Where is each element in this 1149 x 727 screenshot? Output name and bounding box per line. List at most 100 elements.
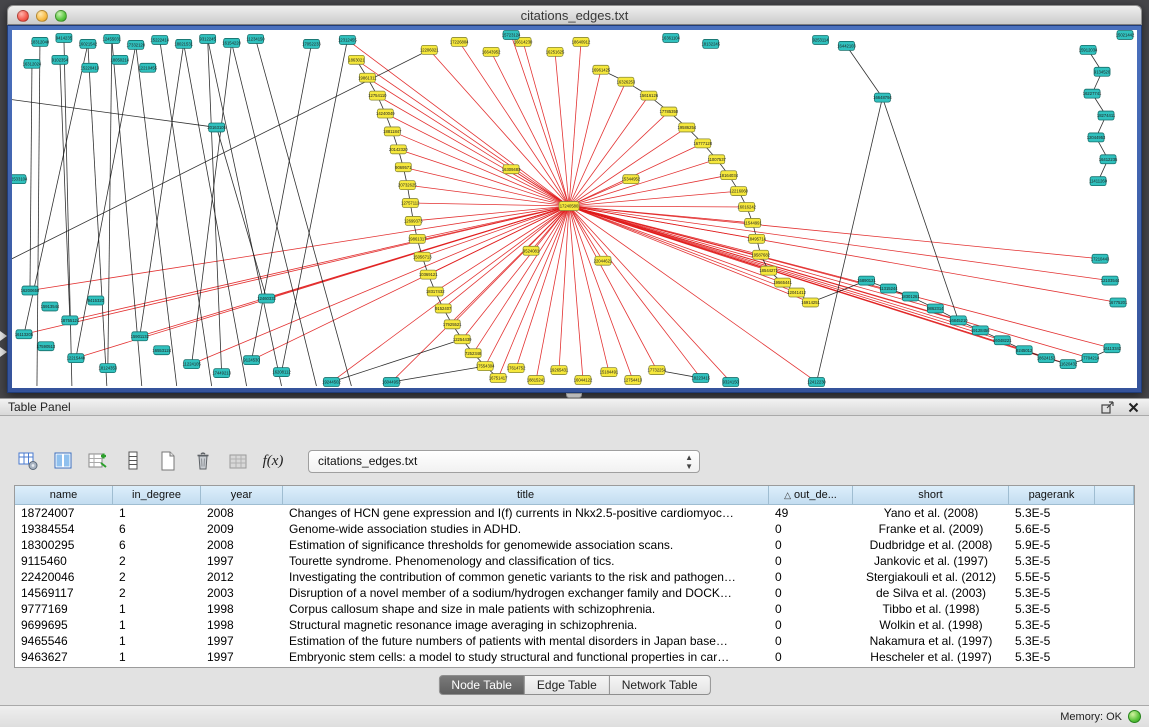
- graph-node[interactable]: 19128456: [971, 326, 990, 335]
- graph-node[interactable]: 17590513: [37, 342, 56, 351]
- graph-node[interactable]: 15723124: [502, 30, 521, 39]
- graph-node[interactable]: 12103544: [1101, 276, 1120, 285]
- graph-node[interactable]: 17554304: [476, 362, 495, 371]
- graph-node[interactable]: 18050214: [111, 55, 130, 64]
- network-graph[interactable]: 1724058018630211986131112754110142400491…: [12, 30, 1137, 388]
- graph-node[interactable]: 15901132: [131, 332, 150, 341]
- graph-node[interactable]: 16309483: [502, 165, 521, 174]
- graph-node[interactable]: 15056713: [413, 252, 432, 261]
- graph-node[interactable]: 12455031: [103, 34, 122, 43]
- graph-node[interactable]: 15222414: [150, 35, 169, 44]
- zoom-window-button[interactable]: [55, 10, 67, 22]
- network-canvas[interactable]: 1724058018630211986131112754110142400491…: [12, 30, 1137, 388]
- table-row[interactable]: 946362711997Embryonic stem cells: a mode…: [15, 649, 1134, 665]
- column-header-out_de...[interactable]: △out_de...: [769, 486, 853, 505]
- graph-node[interactable]: 16326253: [617, 77, 636, 86]
- table-options-icon[interactable]: [14, 448, 42, 475]
- graph-node[interactable]: 16227741: [1083, 89, 1102, 98]
- graph-node[interactable]: 12699373: [404, 216, 423, 225]
- graph-node[interactable]: 16777128: [693, 139, 712, 148]
- graph-node[interactable]: 17785350: [660, 107, 679, 116]
- close-panel-icon[interactable]: [1125, 400, 1141, 414]
- graph-node[interactable]: 12215440: [67, 354, 86, 363]
- node-table[interactable]: namein_degreeyeartitle△out_de...shortpag…: [14, 485, 1135, 668]
- graph-node[interactable]: 11224105: [183, 360, 202, 369]
- graph-node[interactable]: 16751417: [489, 374, 508, 383]
- graph-node[interactable]: 17704214: [1081, 354, 1100, 363]
- graph-node[interactable]: 16113205: [15, 330, 34, 339]
- graph-node[interactable]: 16048221: [993, 336, 1012, 345]
- graph-node[interactable]: 16961425: [592, 65, 611, 74]
- graph-node[interactable]: 20163105: [207, 123, 226, 132]
- graph-node[interactable]: 12044953: [1087, 133, 1106, 142]
- graph-node[interactable]: 18223415: [691, 374, 710, 383]
- graph-node[interactable]: 19244502: [322, 378, 341, 387]
- graph-node[interactable]: 11411260: [1089, 177, 1108, 186]
- table-row[interactable]: 2242004622012Investigating the contribut…: [15, 569, 1134, 585]
- graph-node[interactable]: 18274411: [1097, 111, 1116, 120]
- graph-node[interactable]: 11007537: [708, 155, 727, 164]
- function-builder-icon[interactable]: f(x): [259, 448, 287, 475]
- graph-node[interactable]: 16200650: [21, 286, 40, 295]
- table-row[interactable]: 977716911998Corpus callosum shape and si…: [15, 601, 1134, 617]
- graph-node[interactable]: 15912034: [1079, 45, 1098, 54]
- graph-node[interactable]: 12041412: [787, 288, 806, 297]
- graph-node[interactable]: 9415320: [88, 296, 105, 305]
- graph-node[interactable]: 19861317: [408, 234, 427, 243]
- graph-node[interactable]: 1863021: [348, 55, 365, 64]
- graph-node[interactable]: 9152407: [435, 304, 452, 313]
- graph-node[interactable]: 17052233: [302, 39, 321, 48]
- graph-node[interactable]: 12216060: [729, 187, 748, 196]
- graph-node[interactable]: 12754110: [368, 91, 387, 100]
- graph-node[interactable]: 18164034: [719, 171, 738, 180]
- graph-node[interactable]: 18124353: [99, 364, 118, 373]
- graph-node[interactable]: 12254439: [453, 335, 472, 344]
- table-row[interactable]: 969969511998Structural magnetic resonanc…: [15, 617, 1134, 633]
- graph-node[interactable]: 22044621: [594, 256, 613, 265]
- graph-node[interactable]: 18640912: [572, 37, 591, 46]
- graph-node[interactable]: 12412230: [807, 378, 826, 387]
- graph-node[interactable]: 20142320: [389, 145, 408, 154]
- graph-node[interactable]: 16648794: [873, 93, 892, 102]
- minimize-window-button[interactable]: [36, 10, 48, 22]
- graph-node[interactable]: 16442103: [837, 41, 856, 50]
- graph-node[interactable]: 18132245: [701, 39, 720, 48]
- graph-node[interactable]: 17210443: [1091, 254, 1110, 263]
- table-row[interactable]: 1872400712008Changes of HCN gene express…: [15, 505, 1134, 521]
- table-row[interactable]: 1456911722003Disruption of a novel membe…: [15, 585, 1134, 601]
- graph-node[interactable]: 18317432: [426, 287, 445, 296]
- graph-node[interactable]: 12312455: [338, 35, 357, 44]
- graph-node[interactable]: 9253114: [813, 35, 830, 44]
- select-rows-icon[interactable]: [119, 448, 147, 475]
- graph-node[interactable]: 9324150: [723, 378, 740, 387]
- graph-node[interactable]: 18495714: [747, 234, 766, 243]
- table-row[interactable]: 1830029562008Estimation of significance …: [15, 537, 1134, 553]
- graph-node[interactable]: 16312024: [23, 59, 42, 68]
- graph-node[interactable]: 18021531: [174, 39, 193, 48]
- graph-node[interactable]: 19587682: [751, 250, 770, 259]
- graph-node[interactable]: 18544271: [759, 266, 778, 275]
- graph-node[interactable]: 16412235: [1099, 155, 1118, 164]
- graph-node[interactable]: 19565441: [773, 278, 792, 287]
- graph-node[interactable]: 18624153: [1037, 354, 1056, 363]
- graph-node[interactable]: 16251625: [546, 47, 565, 56]
- graph-node[interactable]: 20732625: [398, 181, 417, 190]
- graph-node[interactable]: 16154220: [222, 38, 241, 47]
- graph-node[interactable]: 12460333: [257, 294, 276, 303]
- graph-node[interactable]: 9862314: [927, 304, 944, 313]
- tab-node-table[interactable]: Node Table: [438, 675, 525, 695]
- graph-node[interactable]: 16021542: [79, 39, 98, 48]
- graph-node[interactable]: 19265431: [550, 366, 569, 375]
- graph-node[interactable]: 15184491: [600, 368, 619, 377]
- graph-node[interactable]: 15344952: [622, 175, 641, 184]
- table-row[interactable]: 946554611997Estimation of the future num…: [15, 633, 1134, 649]
- graph-node[interactable]: 12206021: [420, 45, 439, 54]
- delete-table-icon[interactable]: [189, 448, 217, 475]
- graph-node[interactable]: 10369121: [419, 270, 438, 279]
- graph-node[interactable]: 12754413: [624, 376, 643, 385]
- column-header-title[interactable]: title: [283, 486, 769, 505]
- graph-node[interactable]: 16845210: [949, 316, 968, 325]
- graph-node[interactable]: 15616126: [640, 91, 659, 100]
- graph-node[interactable]: 16016242: [737, 203, 756, 212]
- column-header-pagerank[interactable]: pagerank: [1009, 486, 1095, 505]
